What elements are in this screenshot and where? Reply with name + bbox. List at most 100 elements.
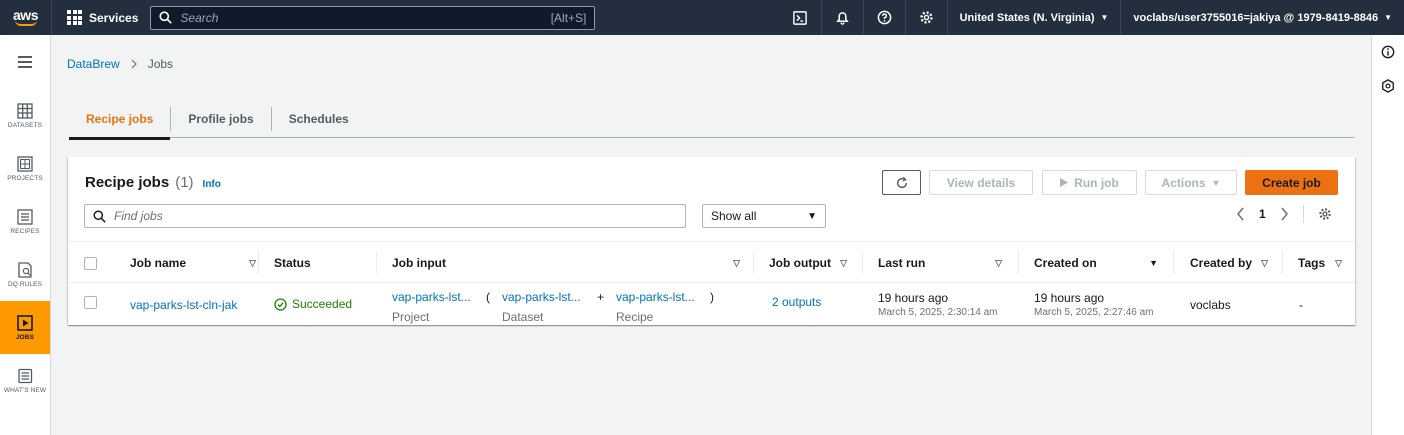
- services-label: Services: [89, 10, 139, 25]
- chevron-right-icon: [131, 59, 137, 69]
- search-icon: [159, 11, 173, 24]
- settings-button[interactable]: [904, 0, 947, 35]
- left-navigation-rail: DATASETS PROJECTS RECIPES DQ RULES JOBS …: [0, 35, 51, 435]
- show-filter-select[interactable]: Show all ▼: [702, 204, 826, 228]
- caret-down-icon: ▼: [1211, 177, 1221, 188]
- tags-value: -: [1299, 298, 1303, 312]
- tab-schedules[interactable]: Schedules: [272, 100, 366, 138]
- column-header-created-on[interactable]: Created on ▼: [1034, 242, 1160, 284]
- notifications-button[interactable]: [820, 0, 863, 35]
- list-icon: [17, 208, 33, 225]
- menu-toggle-button[interactable]: [0, 35, 50, 89]
- last-run-date: March 5, 2025, 2:30:14 am: [878, 307, 998, 318]
- rail-item-datasets[interactable]: DATASETS: [0, 89, 50, 142]
- column-header-status[interactable]: Status: [274, 242, 374, 284]
- rail-item-recipes[interactable]: RECIPES: [0, 195, 50, 248]
- current-page[interactable]: 1: [1259, 207, 1266, 221]
- sort-icon: ▽: [995, 257, 1002, 268]
- input-recipe-link[interactable]: vap-parks-lst...: [616, 290, 695, 304]
- dq-rules-icon: [18, 261, 32, 278]
- job-output-link[interactable]: 2 outputs: [772, 295, 821, 309]
- chevron-left-icon[interactable]: [1236, 207, 1245, 221]
- learn-panel-button[interactable]: [1372, 69, 1404, 103]
- table-icon: [17, 102, 33, 119]
- rail-item-projects[interactable]: PROJECTS: [0, 142, 50, 195]
- refresh-button[interactable]: [882, 170, 921, 195]
- pager-divider: [1302, 205, 1304, 223]
- info-link[interactable]: Info: [203, 179, 221, 190]
- info-icon: [1381, 45, 1395, 59]
- column-header-created-by[interactable]: Created by ▽: [1190, 242, 1268, 284]
- column-header-job-name[interactable]: Job name ▽: [130, 242, 258, 284]
- column-header-last-run[interactable]: Last run ▽: [878, 242, 1004, 284]
- search-icon: [93, 209, 106, 223]
- success-check-icon: [274, 297, 287, 311]
- gear-icon: [919, 11, 933, 24]
- caret-down-icon: ▼: [807, 210, 817, 222]
- top-navigation-bar: aws Services Search [Alt+S] United State…: [0, 0, 1404, 35]
- panel-header: Recipe jobs (1) Info: [85, 174, 221, 191]
- account-menu[interactable]: voclabs/user3755016=jakiya @ 1979-8419-8…: [1120, 0, 1404, 35]
- actions-dropdown[interactable]: Actions ▼: [1145, 170, 1237, 195]
- find-jobs-input[interactable]: Find jobs: [84, 204, 686, 228]
- select-all-checkbox[interactable]: [84, 242, 97, 284]
- status-badge: Succeeded: [274, 297, 352, 311]
- job-name-link[interactable]: vap-parks-lst-cln-jak: [130, 298, 237, 312]
- services-menu-button[interactable]: Services: [52, 0, 150, 35]
- refresh-icon: [896, 176, 907, 188]
- table-row[interactable]: vap-parks-lst-cln-jak Succeeded vap-park…: [68, 283, 1355, 325]
- create-job-button[interactable]: Create job: [1245, 170, 1338, 195]
- cloudshell-button[interactable]: [779, 0, 821, 35]
- created-by: voclabs: [1190, 298, 1231, 312]
- grid-icon: [17, 155, 33, 172]
- play-icon: [17, 314, 33, 331]
- rail-label: RECIPES: [10, 227, 40, 235]
- input-plus: +: [597, 290, 605, 304]
- created-on-date: March 5, 2025, 2:27:46 am: [1034, 307, 1154, 318]
- account-label: voclabs/user3755016=jakiya @ 1979-8419-8…: [1133, 11, 1379, 24]
- help-button[interactable]: [862, 0, 905, 35]
- rail-label: DATASETS: [7, 121, 43, 129]
- recipe-jobs-panel: Recipe jobs (1) Info View details Run jo…: [68, 157, 1355, 325]
- input-dataset-label: Dataset: [502, 310, 544, 324]
- sort-descending-icon: ▼: [1149, 258, 1158, 268]
- run-job-button[interactable]: Run job: [1042, 170, 1137, 195]
- play-icon: [1060, 178, 1069, 187]
- pagination: 1: [1236, 205, 1332, 223]
- rail-item-whats-new[interactable]: WHAT'S NEW: [0, 354, 50, 407]
- sort-icon: ▽: [1335, 257, 1342, 268]
- input-project-link[interactable]: vap-parks-lst...: [392, 290, 471, 304]
- column-header-tags[interactable]: Tags ▽: [1298, 242, 1342, 284]
- rail-label: DQ RULES: [7, 280, 43, 288]
- services-grid-icon: [67, 10, 82, 25]
- region-selector[interactable]: United States (N. Virginia) ▼: [946, 0, 1121, 35]
- input-dataset-link[interactable]: vap-parks-lst...: [502, 290, 581, 304]
- filter-value: Show all: [711, 209, 757, 223]
- chevron-right-icon[interactable]: [1280, 207, 1289, 221]
- sort-icon: ▽: [1261, 257, 1268, 268]
- sort-icon: ▽: [733, 257, 740, 268]
- view-details-button[interactable]: View details: [929, 170, 1033, 195]
- info-panel-button[interactable]: [1372, 35, 1404, 69]
- sort-icon: ▽: [249, 257, 256, 268]
- column-header-job-input[interactable]: Job input ▽: [392, 242, 742, 284]
- rail-item-dq-rules[interactable]: DQ RULES: [0, 248, 50, 301]
- rail-item-jobs[interactable]: JOBS: [0, 301, 50, 354]
- tab-recipe-jobs[interactable]: Recipe jobs: [69, 100, 171, 140]
- gear-icon[interactable]: [1318, 207, 1332, 221]
- status-text: Succeeded: [292, 297, 353, 311]
- breadcrumb-databrew-link[interactable]: DataBrew: [67, 57, 120, 71]
- row-checkbox[interactable]: [84, 296, 97, 309]
- tab-profile-jobs[interactable]: Profile jobs: [171, 100, 270, 138]
- panel-title: Recipe jobs: [85, 174, 170, 191]
- actions-label: Actions: [1161, 175, 1206, 190]
- last-run-relative: 19 hours ago: [878, 291, 949, 305]
- right-utility-rail: [1371, 35, 1404, 435]
- global-search-input[interactable]: Search [Alt+S]: [150, 5, 596, 30]
- cloudshell-icon: [792, 10, 807, 25]
- sort-icon: ▽: [840, 257, 847, 268]
- aws-logo[interactable]: aws: [0, 0, 52, 35]
- column-header-job-output[interactable]: Job output ▽: [769, 242, 847, 284]
- rail-label: WHAT'S NEW: [3, 386, 47, 394]
- news-icon: [18, 368, 33, 383]
